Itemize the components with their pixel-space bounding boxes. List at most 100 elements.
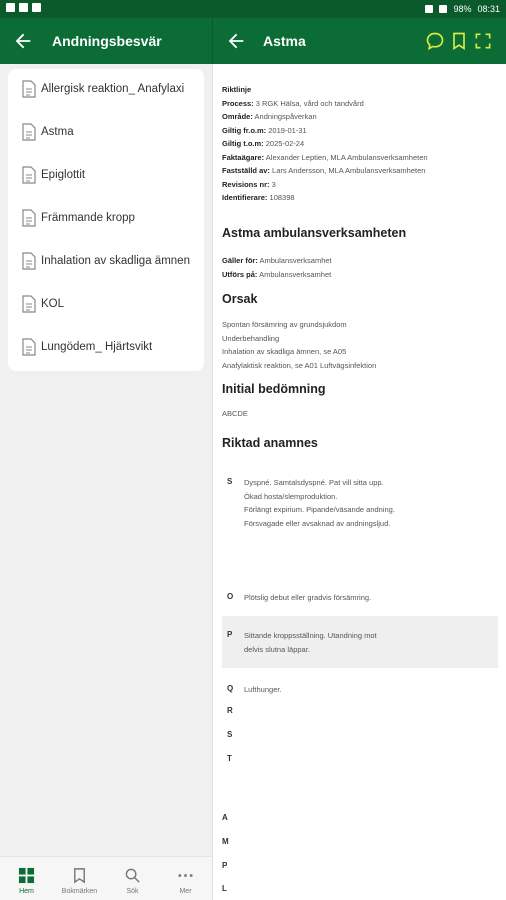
sampler-text: Dyspné. Samtalsdyspné. Pat vill sitta up… bbox=[244, 476, 395, 530]
right-app-bar: Astma bbox=[213, 18, 506, 64]
nav-home[interactable]: Hem bbox=[0, 857, 53, 900]
meta-value: 108398 bbox=[269, 193, 295, 202]
meta-label: Faktaägare: bbox=[222, 152, 265, 162]
meta-label: Giltig fr.o.m: bbox=[222, 125, 267, 135]
section-heading: Astma ambulansverksamheten bbox=[222, 226, 407, 240]
notification-icons bbox=[6, 3, 41, 12]
notification-icon bbox=[6, 3, 15, 12]
meta-value: Andningspåverkan bbox=[254, 112, 317, 121]
cause-line: Inhalation av skadliga ämnen, se A05 bbox=[222, 347, 347, 356]
list-item-label: Inhalation av skadliga ämnen bbox=[41, 255, 190, 267]
fullscreen-icon[interactable] bbox=[473, 31, 493, 51]
section-heading: Initial bedömning bbox=[222, 382, 326, 396]
battery-percent: 98% bbox=[453, 4, 472, 14]
back-arrow-icon[interactable] bbox=[225, 30, 247, 52]
meta-label: Utförs på: bbox=[222, 269, 258, 279]
list-item[interactable]: Främmande kropp bbox=[8, 198, 204, 240]
sampler-letter: Q bbox=[227, 684, 234, 693]
list-item-label: Astma bbox=[41, 126, 74, 138]
sampler-line: Försvagade eller avsaknad av andningslju… bbox=[244, 518, 391, 528]
cause-line: Underbehandling bbox=[222, 333, 280, 343]
list-item-label: KOL bbox=[41, 298, 65, 310]
wifi-icon bbox=[439, 5, 448, 13]
list-item-label: Främmande kropp bbox=[41, 212, 135, 224]
bookmark-icon[interactable] bbox=[449, 31, 469, 51]
sampler-letter: P bbox=[227, 630, 233, 639]
sampler-letter: T bbox=[227, 754, 232, 763]
meta-value: 3 bbox=[271, 179, 276, 189]
section-heading: Orsak bbox=[222, 292, 258, 306]
sampler-line: delvis slutna läppar. bbox=[244, 644, 310, 654]
meta-label: Revisions nr: bbox=[222, 179, 270, 189]
list-item-label: Epiglottit bbox=[41, 169, 86, 181]
list-item[interactable]: Inhalation av skadliga ämnen bbox=[8, 241, 204, 283]
sampler-letter: S bbox=[227, 477, 233, 486]
ample-letter: A bbox=[222, 813, 228, 822]
bottom-navigation: Hem Bokmärken Sök Mer bbox=[0, 856, 212, 900]
ample-letter: P bbox=[222, 861, 228, 870]
notification-icon bbox=[19, 3, 28, 12]
meta-label: Område: bbox=[222, 112, 253, 121]
meta-value: Lars Andersson, MLA Ambulansverksamheten bbox=[272, 166, 426, 175]
sampler-letter: S bbox=[227, 730, 233, 739]
nav-search[interactable]: Sök bbox=[106, 857, 159, 900]
cause-list: Spontan försämring av grundsjukdom Under… bbox=[222, 318, 376, 372]
sampler-line: Förlängt expirium. Pipande/väsande andni… bbox=[244, 505, 395, 514]
topic-list: Allergisk reaktion_ Anafylaxi Astma Epig… bbox=[8, 69, 204, 371]
list-item[interactable]: Allergisk reaktion_ Anafylaxi bbox=[8, 69, 204, 111]
sampler-text: Lufthunger. bbox=[244, 685, 282, 694]
left-app-bar: Andningsbesvär bbox=[0, 18, 212, 64]
status-bar: 98% 08:31 bbox=[0, 0, 506, 18]
bluetooth-icon bbox=[425, 5, 434, 13]
nav-label: Hem bbox=[19, 888, 34, 895]
comment-icon[interactable] bbox=[425, 31, 445, 51]
document-icon bbox=[22, 338, 36, 356]
meta-value: 2025-02-24 bbox=[265, 139, 305, 148]
document-icon bbox=[22, 80, 36, 98]
meta-label: Fastställd av: bbox=[222, 166, 270, 175]
list-item[interactable]: Epiglottit bbox=[8, 155, 204, 197]
document-icon bbox=[22, 295, 36, 313]
ample-letter: M bbox=[222, 837, 229, 846]
ample-letter: L bbox=[222, 884, 227, 893]
list-item[interactable]: Astma bbox=[8, 112, 204, 154]
cause-line: Anafylaktisk reaktion, se A01 Luftvägsin… bbox=[222, 360, 377, 370]
back-arrow-icon[interactable] bbox=[12, 30, 34, 52]
left-pane: Allergisk reaktion_ Anafylaxi Astma Epig… bbox=[0, 64, 212, 856]
nav-label: Mer bbox=[179, 888, 192, 895]
document-title: Astma bbox=[263, 33, 306, 49]
list-item-label: Allergisk reaktion_ Anafylaxi bbox=[41, 83, 185, 95]
meta-value: Ambulansverksamhet bbox=[259, 256, 332, 265]
sampler-line: Sittande kroppsställning. Utandning mot bbox=[244, 631, 377, 640]
meta-label: Giltig t.o.m: bbox=[222, 139, 264, 148]
list-item-label: Lungödem_ Hjärtsvikt bbox=[41, 341, 153, 353]
document-content: Riktlinje Process: 3 RGK Hälsa, vård och… bbox=[213, 64, 506, 900]
meta-value: Alexander Leptien, MLA Ambulansverksamhe… bbox=[265, 152, 428, 162]
list-item[interactable]: Lungödem_ Hjärtsvikt bbox=[8, 327, 204, 369]
meta-value: 2019-01-31 bbox=[268, 125, 307, 135]
meta-heading: Riktlinje bbox=[222, 85, 252, 94]
meta-label: Identifierare: bbox=[222, 193, 268, 202]
document-icon bbox=[22, 252, 36, 270]
sampler-letter: R bbox=[227, 706, 233, 715]
nav-label: Bokmärken bbox=[61, 888, 98, 895]
search-icon bbox=[125, 868, 140, 883]
meta-label: Gäller för: bbox=[222, 256, 258, 265]
nav-more[interactable]: Mer bbox=[159, 857, 212, 900]
grid-icon bbox=[18, 867, 35, 884]
nav-label: Sök bbox=[126, 888, 139, 895]
meta-value: 3 RGK Hälsa, vård och tandvård bbox=[255, 98, 364, 108]
nav-bookmarks[interactable]: Bokmärken bbox=[53, 857, 106, 900]
more-icon bbox=[178, 874, 193, 877]
list-item[interactable]: KOL bbox=[8, 284, 204, 326]
document-icon bbox=[22, 123, 36, 141]
section-heading: Riktad anamnes bbox=[222, 436, 318, 450]
sampler-text: Sittande kroppsställning. Utandning mot … bbox=[244, 629, 377, 656]
status-indicators: 98% 08:31 bbox=[425, 4, 500, 14]
applicability-block: Gäller för: Ambulansverksamhet Utförs på… bbox=[222, 254, 332, 281]
initial-assessment-text: ABCDE bbox=[222, 409, 248, 418]
sampler-line: Dyspné. Samtalsdyspné. Pat vill sitta up… bbox=[244, 478, 384, 487]
sampler-text: Plötslig debut eller gradvis försämring. bbox=[244, 593, 372, 602]
document-icon bbox=[22, 209, 36, 227]
metadata-block: Riktlinje Process: 3 RGK Hälsa, vård och… bbox=[222, 83, 428, 205]
